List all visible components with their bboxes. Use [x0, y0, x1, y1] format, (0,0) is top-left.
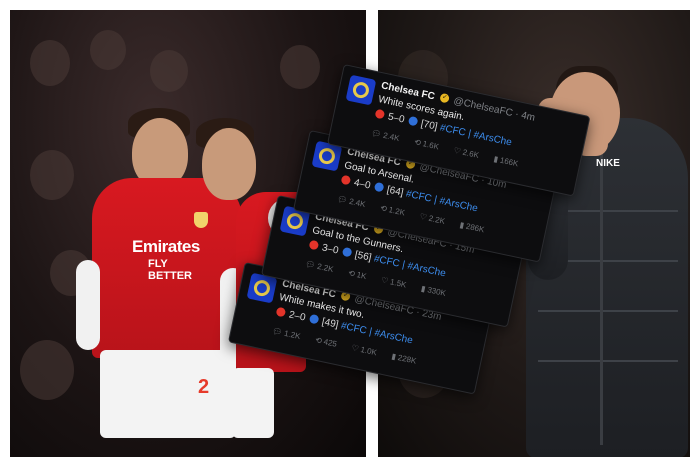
repost-icon: ⟲	[347, 268, 356, 279]
heart-icon: ♡	[452, 145, 462, 157]
repost-icon: ⟲	[379, 203, 388, 214]
match-minute: [56]	[353, 249, 373, 264]
reply-icon: 💬︎	[336, 194, 349, 206]
sleeve	[76, 260, 100, 350]
views-button[interactable]: ▮330K	[420, 284, 446, 298]
views-button[interactable]: ▮228K	[391, 352, 417, 366]
kit-number: 2	[198, 376, 210, 398]
repost-button[interactable]: ⟲425	[314, 335, 337, 348]
repost-button[interactable]: ⟲1.2K	[379, 203, 405, 217]
score: 4–0	[352, 177, 372, 192]
reply-button[interactable]: 💬︎2.4K	[336, 194, 366, 209]
arsenal-red-circle-icon	[374, 108, 386, 120]
reply-button[interactable]: 💬︎2.4K	[370, 128, 400, 143]
heart-icon: ♡	[418, 211, 428, 223]
views-bar-icon: ▮	[492, 154, 499, 165]
view-count: 166K	[499, 155, 520, 169]
reply-count: 1.2K	[283, 328, 302, 342]
score: 2–0	[287, 309, 307, 324]
shirt-sponsor-sub: FLY BETTER	[148, 258, 192, 282]
coat-zip	[600, 145, 603, 445]
reply-count: 2.2K	[316, 261, 335, 275]
crowd-face	[280, 45, 320, 89]
score: 5–0	[386, 111, 406, 126]
crowd-face	[30, 40, 70, 86]
repost-icon: ⟲	[413, 137, 422, 148]
coat-quilt-line	[538, 360, 678, 362]
reply-icon: 💬︎	[304, 259, 317, 271]
match-minute: [64]	[385, 184, 405, 199]
match-minute: [49]	[320, 316, 340, 331]
club-crest-icon	[194, 212, 208, 228]
repost-count: 1.6K	[421, 139, 440, 152]
shirt-sponsor: Emirates	[132, 237, 200, 256]
chelsea-crest-avatar-icon[interactable]	[345, 74, 377, 106]
views-bar-icon: ▮	[458, 220, 465, 231]
arsenal-red-circle-icon	[308, 239, 320, 251]
like-button[interactable]: ♡2.6K	[453, 146, 480, 160]
reply-icon: 💬︎	[370, 128, 383, 140]
like-count: 2.2K	[427, 213, 446, 226]
like-button[interactable]: ♡1.5K	[380, 275, 407, 289]
chelsea-blue-circle-icon	[373, 181, 385, 193]
photographer	[20, 340, 74, 400]
score: 3–0	[320, 242, 340, 257]
like-count: 1.0K	[359, 345, 378, 358]
heart-icon: ♡	[380, 275, 390, 286]
repost-button[interactable]: ⟲1K	[347, 268, 367, 281]
arsenal-red-circle-icon	[275, 306, 287, 318]
chelsea-blue-circle-icon	[308, 313, 320, 325]
reply-count: 2.4K	[348, 196, 367, 210]
chelsea-blue-circle-icon	[341, 246, 353, 258]
view-count: 228K	[397, 352, 418, 366]
coat-quilt-line	[538, 310, 678, 312]
arsenal-red-circle-icon	[340, 174, 352, 186]
chelsea-blue-circle-icon	[407, 115, 419, 127]
match-minute: [70]	[419, 118, 439, 133]
views-bar-icon: ▮	[420, 283, 427, 294]
repost-count: 1K	[355, 270, 368, 282]
crowd-face	[90, 30, 126, 70]
repost-button[interactable]: ⟲1.6K	[413, 137, 439, 151]
reply-button[interactable]: 💬︎1.2K	[271, 326, 301, 341]
repost-icon: ⟲	[314, 335, 323, 346]
repost-count: 1.2K	[387, 205, 406, 218]
views-button[interactable]: ▮166K	[493, 154, 519, 168]
like-count: 2.6K	[461, 147, 480, 160]
reply-button[interactable]: 💬︎2.2K	[304, 259, 334, 274]
crowd-face	[30, 150, 74, 200]
repost-count: 425	[322, 337, 338, 349]
heart-icon: ♡	[350, 343, 360, 354]
views-button[interactable]: ▮286K	[459, 220, 485, 234]
coat-logo: NIKE	[596, 158, 620, 169]
like-count: 1.5K	[389, 277, 408, 290]
shorts	[100, 350, 236, 438]
verified-badge-icon: ✓	[439, 92, 450, 104]
view-count: 330K	[426, 285, 447, 298]
like-button[interactable]: ♡1.0K	[351, 343, 378, 357]
view-count: 286K	[465, 221, 486, 235]
reply-count: 2.4K	[382, 130, 401, 144]
crowd-face	[150, 50, 188, 92]
face	[202, 128, 256, 200]
reply-icon: 💬︎	[271, 326, 284, 338]
shorts	[232, 368, 274, 438]
like-button[interactable]: ♡2.2K	[419, 212, 446, 226]
